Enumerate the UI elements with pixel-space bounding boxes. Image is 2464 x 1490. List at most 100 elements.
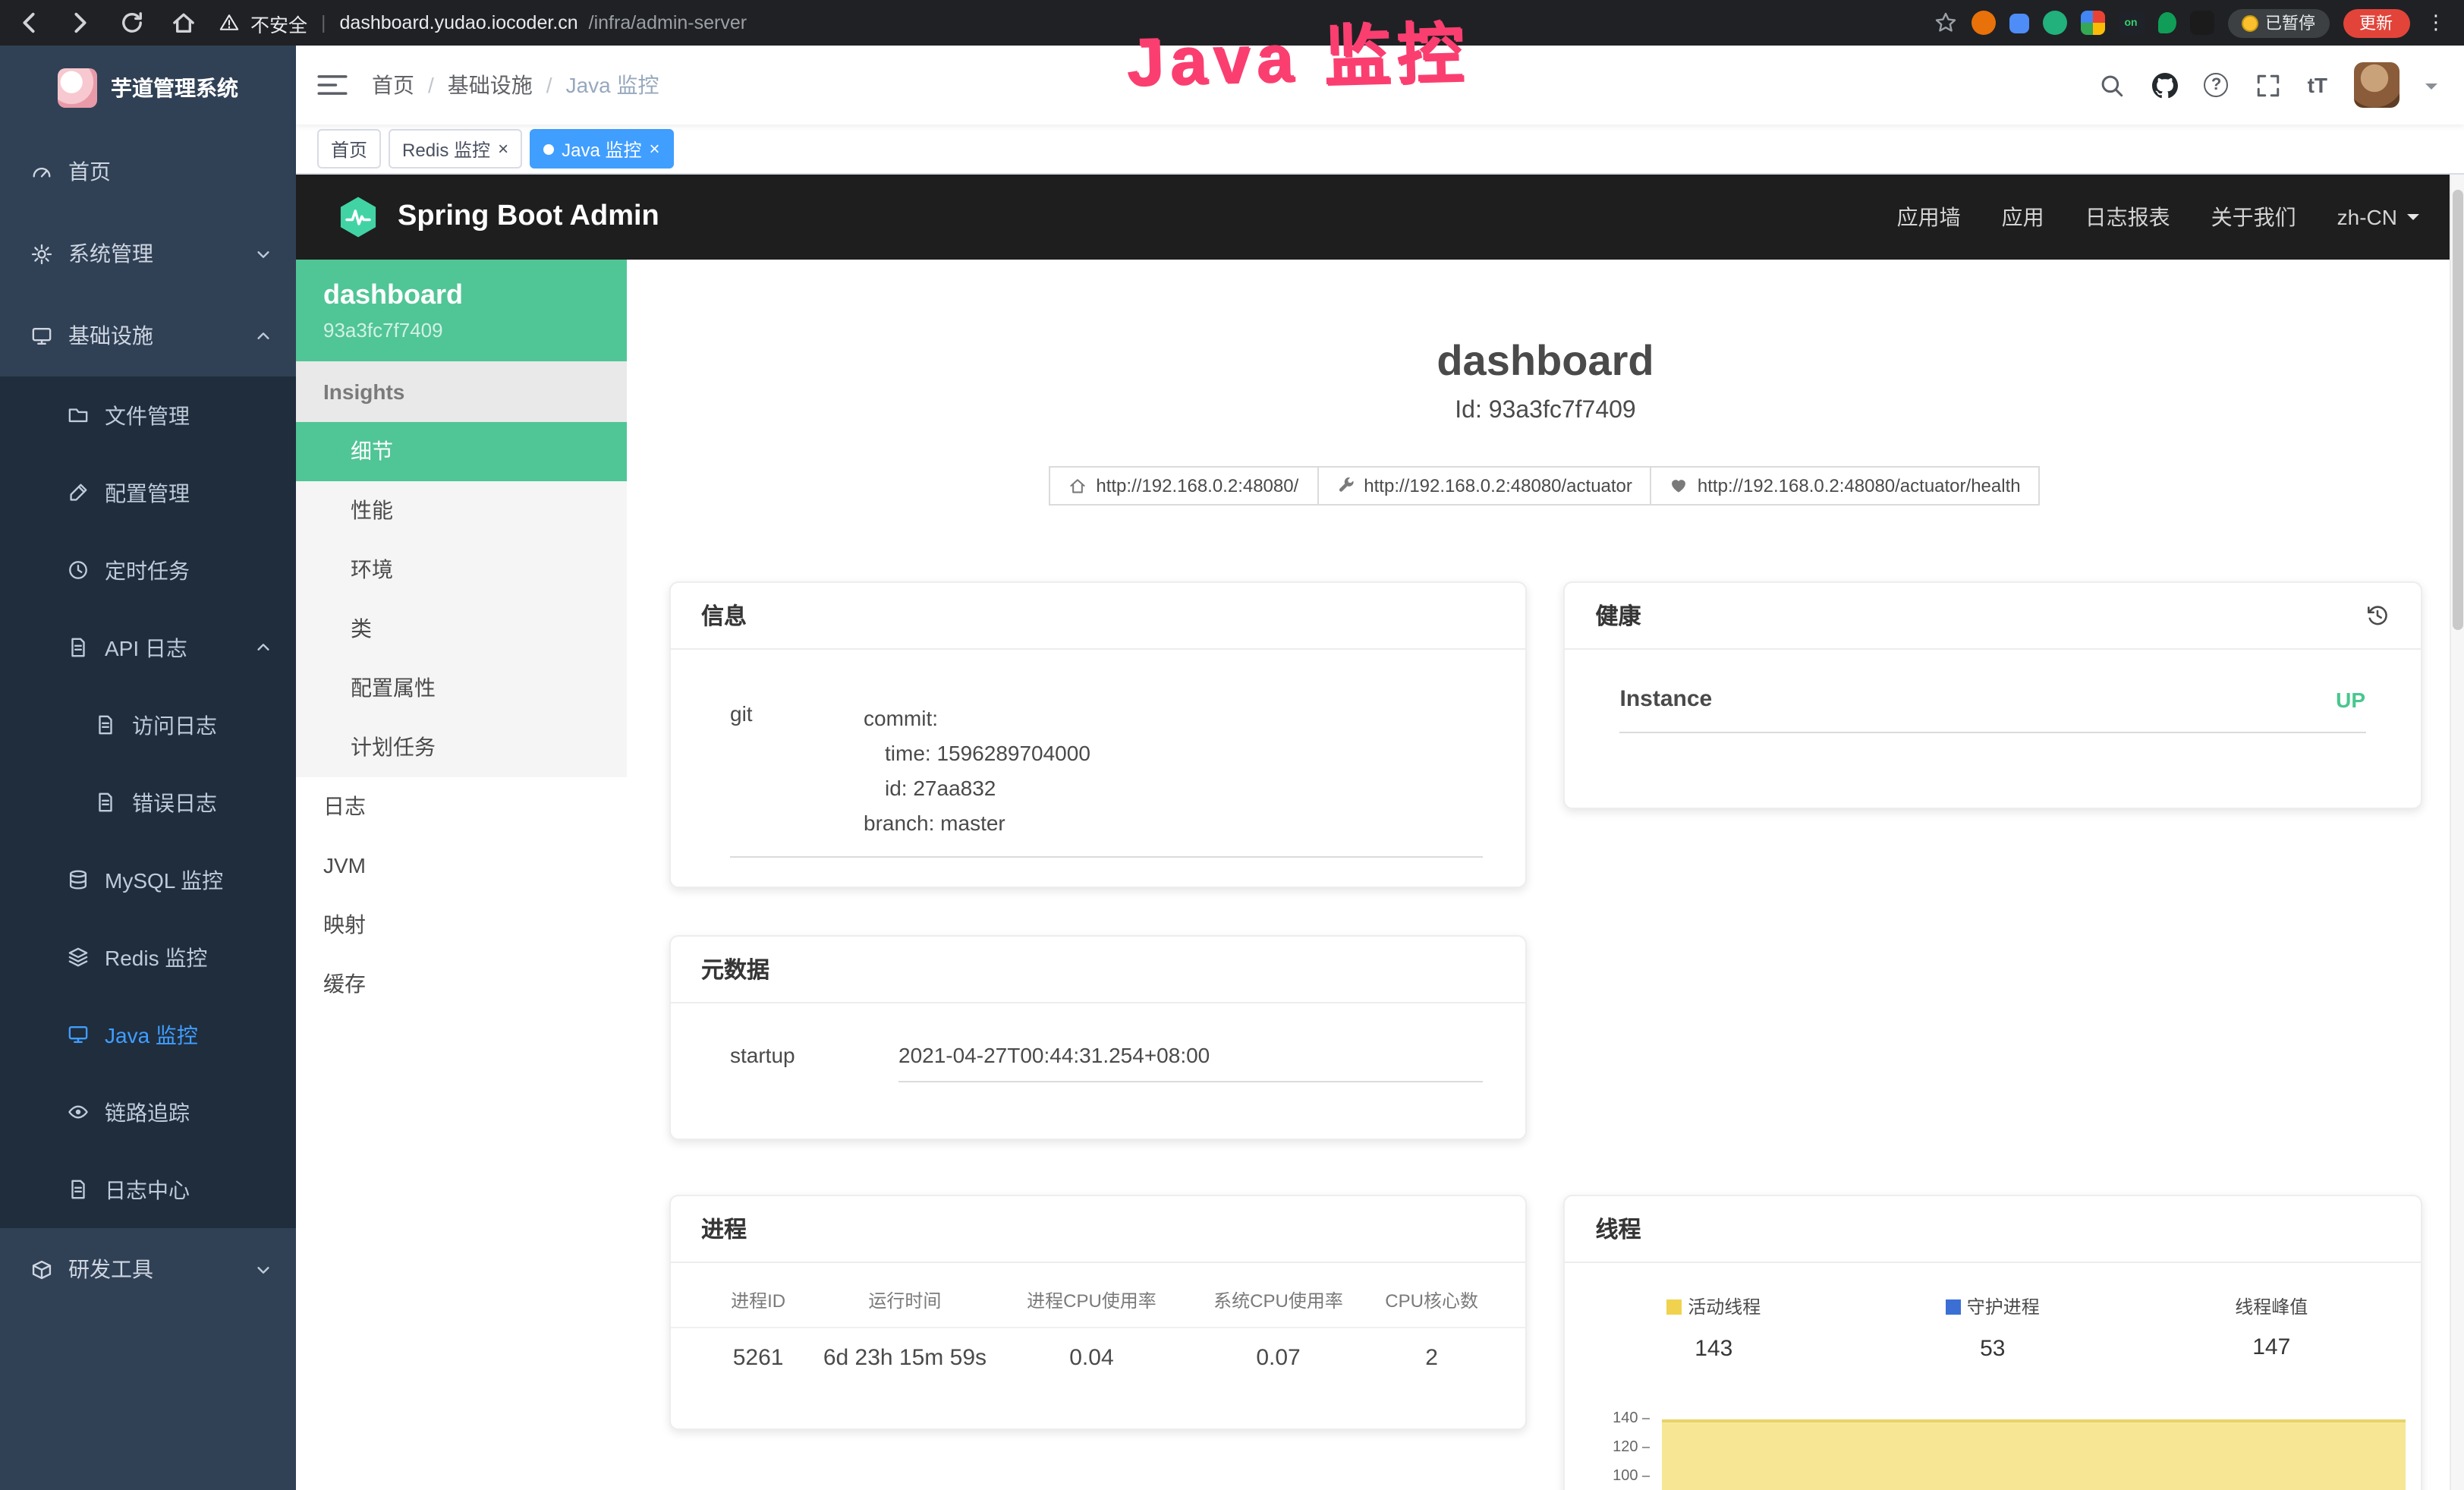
sidebar-item-mysql[interactable]: MySQL 监控 (0, 841, 296, 918)
sidebar-item-java[interactable]: Java 监控 (0, 996, 296, 1073)
extension-icon-2[interactable] (2009, 13, 2028, 33)
paused-badge[interactable]: 已暂停 (2227, 8, 2329, 37)
url-path: /infra/admin-server (589, 12, 747, 33)
extension-icon-3[interactable] (2042, 11, 2066, 35)
caret-down-icon[interactable] (2425, 83, 2437, 95)
address-divider: | (321, 12, 326, 33)
help-icon[interactable]: ? (2204, 73, 2229, 97)
sidebar-item-infra[interactable]: 基础设施 (0, 295, 296, 376)
sba-item-metrics[interactable]: 性能 (296, 481, 627, 540)
monitor-icon (30, 324, 53, 347)
sba-item-config-props[interactable]: 配置属性 (296, 659, 627, 718)
sba-nav-journal[interactable]: 日志报表 (2085, 202, 2170, 232)
sidebar-item-access-log[interactable]: 访问日志 (0, 686, 296, 764)
tick-mark (1643, 1446, 1651, 1447)
sba-item-jvm[interactable]: JVM (296, 836, 627, 896)
sba-instance-block[interactable]: dashboard 93a3fc7f7409 (296, 260, 627, 361)
process-card-header: 进程 (671, 1196, 1526, 1263)
extension-icon-6[interactable] (2189, 11, 2214, 35)
bookmark-star-icon[interactable] (1933, 11, 1957, 35)
paused-badge-label: 已暂停 (2265, 11, 2315, 35)
wrench-icon (1336, 477, 1355, 495)
extension-icon-1[interactable] (1971, 11, 1995, 35)
sba-nav-applications[interactable]: 应用 (2002, 202, 2044, 232)
y-tick: 100 (1613, 1467, 1638, 1484)
address-bar[interactable]: 不安全 | dashboard.yudao.iocoder.cn/infra/a… (219, 8, 747, 37)
reload-icon[interactable] (118, 9, 146, 36)
process-card: 进程 进程ID 运行时间 进程CPU使用率 系统CPU使用率 CPU核心数 (669, 1195, 1528, 1430)
sba-nav-wallboard[interactable]: 应用墙 (1897, 202, 1961, 232)
cards-grid: 信息 git commit: time: 1596289704000 (669, 581, 2422, 1490)
chevron-down-icon (255, 1261, 272, 1277)
close-icon[interactable]: × (649, 140, 659, 158)
smiley-icon (2241, 14, 2258, 31)
legend-swatch-yellow (1666, 1299, 1682, 1314)
sba-item-scheduled-tasks[interactable]: 计划任务 (296, 718, 627, 777)
update-button[interactable]: 更新 (2343, 8, 2409, 37)
sidebar-item-config[interactable]: 配置管理 (0, 454, 296, 531)
health-link[interactable]: http://192.168.0.2:48080/actuator/health (1651, 466, 2041, 506)
menu-fold-icon[interactable] (317, 73, 348, 97)
info-row-git: git commit: time: 1596289704000 id: 27aa… (730, 701, 1484, 858)
sidebar-item-file[interactable]: 文件管理 (0, 376, 296, 454)
avatar[interactable] (2353, 62, 2399, 108)
page-scrollbar[interactable] (2449, 175, 2464, 1490)
extension-switch-icon[interactable]: on (2118, 11, 2144, 34)
fullscreen-icon[interactable] (2255, 71, 2282, 99)
sba-item-environment[interactable]: 环境 (296, 540, 627, 600)
sba-frame: Spring Boot Admin 应用墙 应用 日志报表 关于我们 zh-CN (296, 175, 2464, 1490)
breadcrumb-home[interactable]: 首页 (372, 70, 414, 100)
metadata-card: 元数据 startup 2021-04-27T00:44:31.254+08:0… (669, 935, 1528, 1140)
tag-redis[interactable]: Redis 监控 × (389, 129, 522, 169)
sidebar-item-error-log[interactable]: 错误日志 (0, 764, 296, 841)
tag-java[interactable]: Java 监控 × (530, 129, 673, 169)
sidebar-item-api-log[interactable]: API 日志 (0, 609, 296, 686)
sba-body: dashboard 93a3fc7f7409 Insights 细节 性能 环境… (296, 260, 2464, 1490)
history-icon[interactable] (2364, 603, 2390, 628)
sidebar-item-job[interactable]: 定时任务 (0, 531, 296, 609)
sba-item-details[interactable]: 细节 (296, 422, 627, 481)
sidebar-item-home[interactable]: 首页 (0, 131, 296, 213)
sidebar-item-system[interactable]: 系统管理 (0, 213, 296, 295)
tick-mark (1643, 1475, 1651, 1476)
sba-locale-select[interactable]: zh-CN (2337, 205, 2418, 229)
sba-item-logfile[interactable]: 日志 (296, 777, 627, 836)
extension-icon-4[interactable] (2080, 11, 2104, 35)
sba-instance-id: 93a3fc7f7409 (323, 319, 599, 342)
sba-item-classes[interactable]: 类 (296, 600, 627, 659)
sidebar-item-trace[interactable]: 链路追踪 (0, 1073, 296, 1151)
url-host: dashboard.yudao.iocoder.cn (340, 12, 578, 33)
actuator-link[interactable]: http://192.168.0.2:48080/actuator (1317, 466, 1652, 506)
sidebar-item-redis[interactable]: Redis 监控 (0, 918, 296, 996)
metadata-card-header: 元数据 (671, 937, 1526, 1003)
forward-icon[interactable] (67, 9, 94, 36)
database-icon (67, 868, 90, 891)
tag-home[interactable]: 首页 (317, 129, 381, 169)
home-icon[interactable] (170, 9, 197, 36)
info-value-line: id: 27aa832 (885, 771, 1090, 806)
health-instance-label: Instance (1620, 686, 1713, 712)
search-icon[interactable] (2098, 71, 2126, 99)
close-icon[interactable]: × (498, 140, 508, 158)
github-icon[interactable] (2151, 71, 2179, 99)
sba-item-mappings[interactable]: 映射 (296, 896, 627, 955)
sidebar-item-dev-tools[interactable]: 研发工具 (0, 1228, 296, 1310)
scrollbar-thumb[interactable] (2453, 190, 2462, 630)
instance-root-link[interactable]: http://192.168.0.2:48080/ (1049, 466, 1318, 506)
sba-nav-about[interactable]: 关于我们 (2211, 202, 2296, 232)
process-col-value: 0.04 (992, 1345, 1192, 1371)
instance-links: http://192.168.0.2:48080/ http://192.168… (669, 466, 2422, 506)
threads-chart-yaxis: 140 120 100 (1590, 1403, 1651, 1490)
sidebar-item-log-center[interactable]: 日志中心 (0, 1151, 296, 1228)
app-logo-row[interactable]: 芋道管理系统 (0, 46, 296, 131)
browser-menu-kebab-icon[interactable]: ⋮ (2423, 11, 2449, 35)
back-icon[interactable] (15, 9, 42, 36)
document-icon (67, 1178, 90, 1201)
heart-icon (1670, 477, 1688, 495)
health-card: 健康 Instance UP (1564, 581, 2422, 809)
sba-item-caches[interactable]: 缓存 (296, 955, 627, 1014)
font-size-icon[interactable]: tT (2308, 73, 2327, 97)
extension-icon-5[interactable] (2157, 12, 2176, 33)
sba-brand[interactable]: Spring Boot Admin (335, 194, 659, 240)
breadcrumb-section[interactable]: 基础设施 (448, 70, 533, 100)
